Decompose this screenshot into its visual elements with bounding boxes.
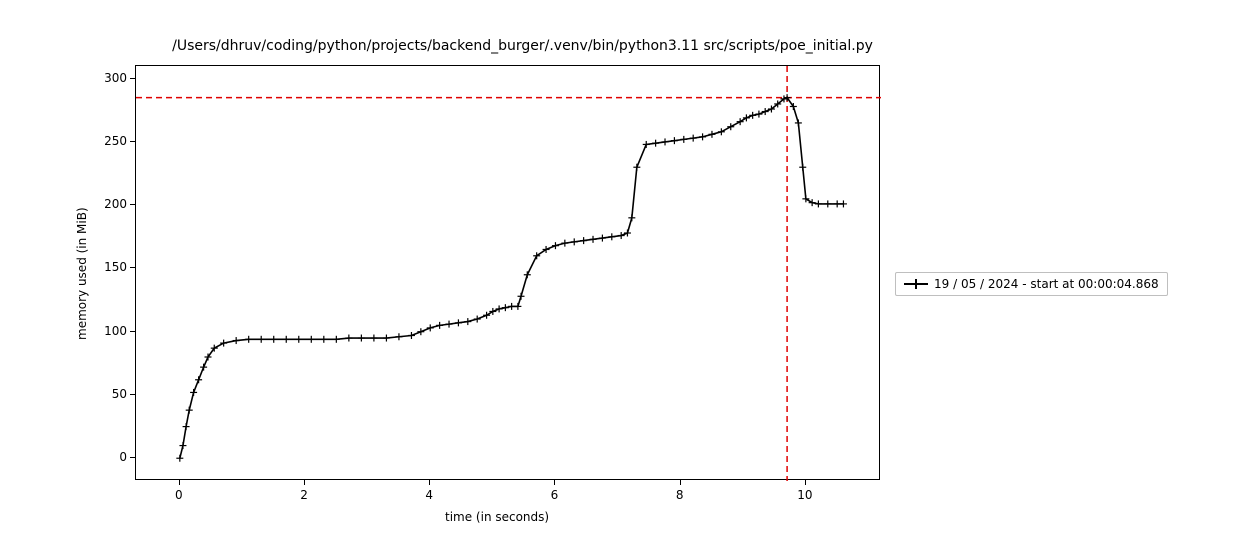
- x-tick-mark: [304, 480, 305, 485]
- y-tick-mark: [130, 204, 135, 205]
- series-layer: [136, 66, 881, 481]
- y-axis-label: memory used (in MiB): [75, 207, 89, 340]
- legend: 19 / 05 / 2024 - start at 00:00:04.868: [895, 272, 1168, 296]
- y-tick-label: 250: [101, 134, 127, 148]
- y-tick-mark: [130, 267, 135, 268]
- x-tick-label: 6: [551, 488, 559, 502]
- y-tick-mark: [130, 78, 135, 79]
- x-tick-label: 4: [425, 488, 433, 502]
- y-tick-label: 200: [101, 197, 127, 211]
- y-tick-mark: [130, 331, 135, 332]
- x-tick-mark: [805, 480, 806, 485]
- x-axis-label: time (in seconds): [445, 510, 549, 524]
- memory-profile-figure: /Users/dhruv/coding/python/projects/back…: [0, 0, 1260, 540]
- x-tick-label: 0: [175, 488, 183, 502]
- memory-series-markers: [176, 94, 847, 462]
- y-tick-mark: [130, 141, 135, 142]
- x-tick-label: 2: [300, 488, 308, 502]
- y-tick-label: 300: [101, 71, 127, 85]
- x-tick-mark: [429, 480, 430, 485]
- y-tick-mark: [130, 457, 135, 458]
- x-tick-label: 8: [676, 488, 684, 502]
- memory-series-line: [180, 98, 844, 459]
- y-tick-label: 0: [101, 450, 127, 464]
- y-tick-label: 150: [101, 260, 127, 274]
- plus-marker-icon: [904, 279, 928, 289]
- y-tick-label: 100: [101, 324, 127, 338]
- plot-area: [135, 65, 880, 480]
- y-tick-mark: [130, 394, 135, 395]
- x-tick-mark: [179, 480, 180, 485]
- x-tick-mark: [554, 480, 555, 485]
- x-tick-mark: [680, 480, 681, 485]
- chart-title: /Users/dhruv/coding/python/projects/back…: [125, 38, 920, 54]
- x-tick-label: 10: [797, 488, 812, 502]
- legend-label: 19 / 05 / 2024 - start at 00:00:04.868: [934, 277, 1159, 291]
- y-tick-label: 50: [101, 387, 127, 401]
